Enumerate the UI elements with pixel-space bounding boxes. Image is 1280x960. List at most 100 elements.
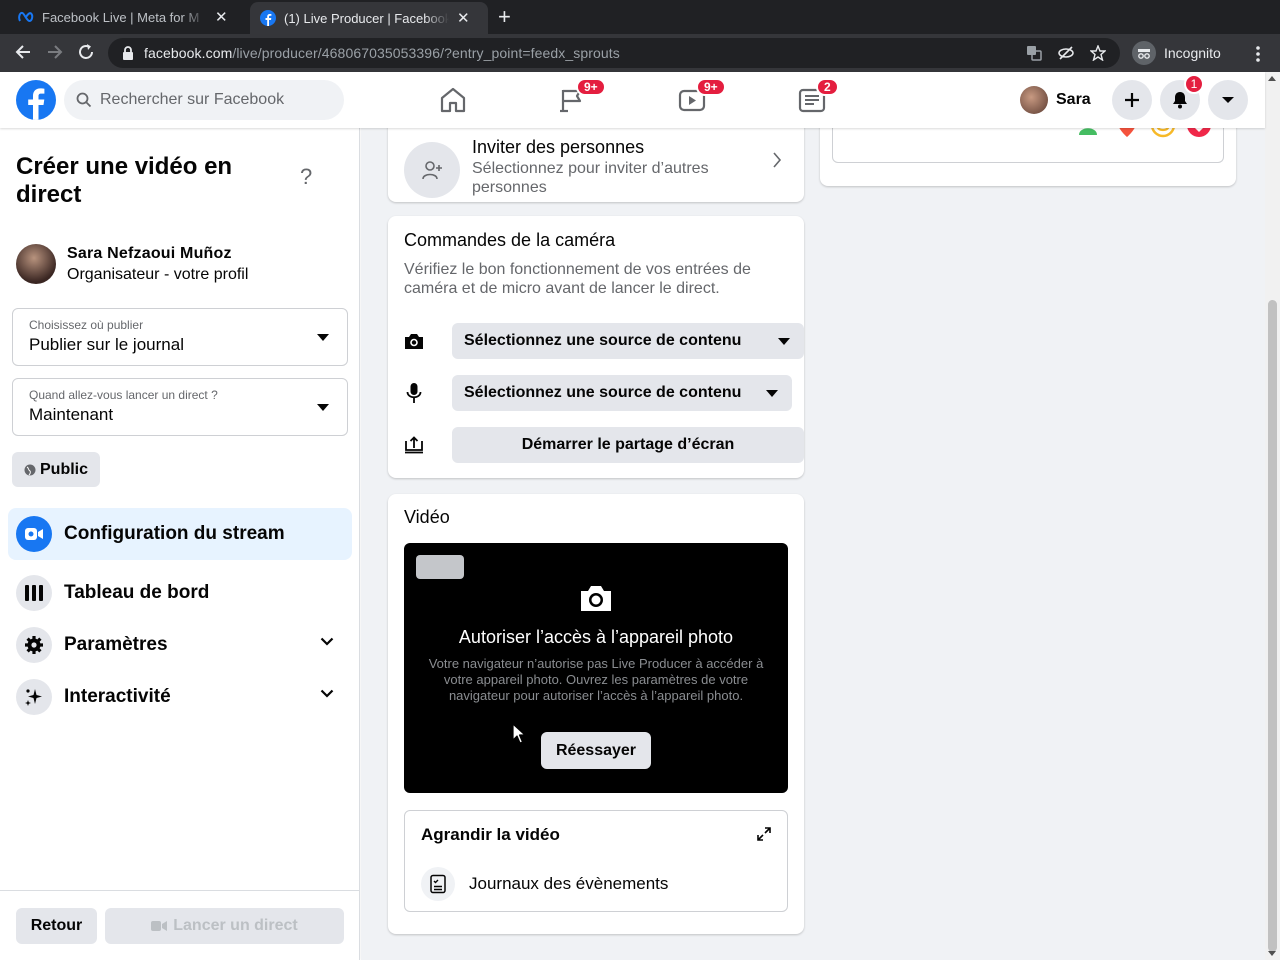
back-arrow-icon[interactable]	[14, 42, 34, 62]
screen-share-row: Démarrer le partage d’écran	[404, 427, 804, 463]
status-pill	[416, 555, 464, 579]
news-nav[interactable]: 2	[796, 78, 839, 116]
create-button[interactable]	[1112, 80, 1152, 120]
video-card: Vidéo Autoriser l’accès à l’appareil pho…	[388, 494, 804, 934]
menu-label: Tableau de bord	[64, 582, 210, 603]
host-role: Organisateur - votre profil	[67, 265, 249, 283]
retry-button[interactable]: Réessayer	[541, 732, 651, 769]
scroll-up-arrow-icon[interactable]	[1268, 76, 1276, 81]
fundraiser-heart-icon[interactable]	[1185, 128, 1213, 139]
dropdown-caret-icon	[766, 390, 778, 397]
invite-title: Inviter des personnes	[472, 137, 645, 157]
video-title: Vidéo	[404, 507, 450, 527]
publish-location-select[interactable]: Choisissez où publier Publier sur le jou…	[12, 308, 348, 366]
camera-source-row: Sélectionnez une source de contenu	[404, 323, 804, 359]
select-value: Maintenant	[29, 405, 114, 424]
select-label: Choisissez où publier	[29, 318, 144, 332]
address-bar[interactable]: facebook.com/live/producer/4680670350533…	[108, 38, 1120, 68]
feeling-emoji-icon[interactable]	[1149, 128, 1177, 139]
facebook-logo-icon[interactable]	[16, 80, 56, 120]
chevron-down-icon	[320, 689, 334, 698]
browser-toolbar: facebook.com/live/producer/4680670350533…	[0, 34, 1280, 72]
help-icon[interactable]: ?	[300, 164, 312, 190]
tag-people-icon[interactable]	[1077, 128, 1105, 139]
dashboard-icon	[16, 575, 52, 611]
bookmark-star-icon[interactable]	[1090, 45, 1106, 61]
chevron-right-icon	[773, 152, 782, 168]
event-logs-item[interactable]: Journaux des évènements	[421, 867, 668, 901]
scrollbar-thumb[interactable]	[1268, 300, 1277, 952]
pages-badge: 9+	[576, 78, 606, 96]
menu-stream-setup[interactable]: Configuration du stream	[8, 508, 352, 560]
page-title: Créer une vidéo en direct	[16, 153, 233, 208]
incognito-icon	[1132, 41, 1156, 65]
facebook-header: Rechercher sur Facebook 9+ 9+ 2 Sara 1	[0, 72, 1265, 128]
expand-icon[interactable]	[757, 827, 771, 841]
audience-label: Public	[40, 460, 89, 478]
scroll-down-arrow-icon[interactable]	[1268, 951, 1276, 956]
go-live-time-select[interactable]: Quand allez-vous lancer un direct ? Main…	[12, 378, 348, 436]
chevron-down-icon	[320, 637, 334, 646]
video-preview: Autoriser l’accès à l’appareil photo Vot…	[404, 543, 788, 793]
search-icon	[76, 92, 92, 108]
camera-source-select[interactable]: Sélectionnez une source de contenu	[452, 323, 804, 359]
close-tab-icon[interactable]: ✕	[215, 8, 228, 26]
facebook-favicon-icon	[260, 10, 276, 26]
dropdown-caret-icon	[317, 334, 329, 341]
post-composer-box[interactable]	[832, 128, 1224, 163]
meta-logo-icon	[18, 11, 34, 23]
browser-tab-live-producer[interactable]: (1) Live Producer | Facebook ✕	[250, 2, 488, 34]
watch-badge: 9+	[696, 78, 726, 96]
sidebar-footer: Retour Lancer un direct	[0, 890, 359, 960]
menu-label: Interactivité	[64, 686, 171, 707]
start-screen-share-button[interactable]: Démarrer le partage d’écran	[452, 427, 804, 463]
globe-icon	[24, 464, 36, 475]
host-name: Sara Nefzaoui Muñoz	[67, 244, 232, 262]
camera-controls-title: Commandes de la caméra	[404, 230, 616, 250]
post-composer-card	[820, 128, 1236, 186]
forward-arrow-icon[interactable]	[44, 42, 64, 62]
avatar	[1020, 86, 1048, 114]
eye-off-icon[interactable]	[1058, 45, 1074, 61]
pages-nav[interactable]: 9+	[556, 78, 606, 116]
page-scrollbar[interactable]	[1265, 72, 1280, 960]
dropdown-caret-icon	[317, 404, 329, 411]
screen-share-label: Démarrer le partage d’écran	[521, 436, 735, 453]
translate-icon[interactable]	[1026, 45, 1042, 61]
host-profile: Sara Nefzaoui Muñoz Organisateur - votre…	[16, 244, 248, 284]
account-menu-button[interactable]	[1208, 80, 1248, 120]
incognito-indicator[interactable]: Incognito	[1132, 39, 1221, 67]
invite-subtitle: Sélectionnez pour inviter d’autres perso…	[472, 160, 709, 196]
menu-dashboard[interactable]: Tableau de bord	[8, 567, 352, 619]
go-live-label: Lancer un direct	[173, 917, 298, 934]
facebook-search-input[interactable]: Rechercher sur Facebook	[64, 80, 344, 120]
lock-icon	[123, 46, 133, 60]
browser-tab-facebook-live[interactable]: Facebook Live | Meta for M ✕	[8, 0, 248, 34]
mic-source-select[interactable]: Sélectionnez une source de contenu	[452, 375, 792, 411]
bell-icon	[1173, 92, 1187, 109]
close-tab-icon[interactable]: ✕	[457, 9, 470, 27]
invite-people-card[interactable]: Inviter des personnes Sélectionnez pour …	[388, 128, 804, 202]
menu-interactivity[interactable]: Interactivité	[8, 671, 352, 723]
go-live-button[interactable]: Lancer un direct	[105, 908, 344, 944]
mic-source-row: Sélectionnez une source de contenu	[404, 375, 792, 411]
profile-name: Sara	[1056, 91, 1091, 108]
watch-nav[interactable]: 9+	[676, 78, 726, 116]
reload-icon[interactable]	[76, 42, 96, 62]
menu-label: Configuration du stream	[64, 523, 285, 544]
camera-icon	[405, 334, 423, 349]
camera-access-description: Votre navigateur n’autorise pas Live Pro…	[428, 656, 764, 703]
browser-menu-icon[interactable]	[1255, 45, 1261, 63]
home-icon[interactable]	[437, 84, 469, 116]
microphone-icon	[406, 383, 422, 403]
menu-settings[interactable]: Paramètres	[8, 619, 352, 671]
audience-button[interactable]: Public	[12, 452, 101, 487]
video-camera-icon	[16, 516, 52, 552]
new-tab-icon[interactable]: +	[498, 4, 511, 30]
profile-shortcut[interactable]: Sara	[1014, 82, 1099, 118]
search-placeholder: Rechercher sur Facebook	[100, 91, 285, 108]
back-button[interactable]: Retour	[16, 908, 97, 944]
enlarge-video-title: Agrandir la vidéo	[421, 825, 560, 844]
tab-title: (1) Live Producer | Facebook	[284, 10, 449, 26]
location-pin-icon[interactable]	[1113, 128, 1141, 139]
